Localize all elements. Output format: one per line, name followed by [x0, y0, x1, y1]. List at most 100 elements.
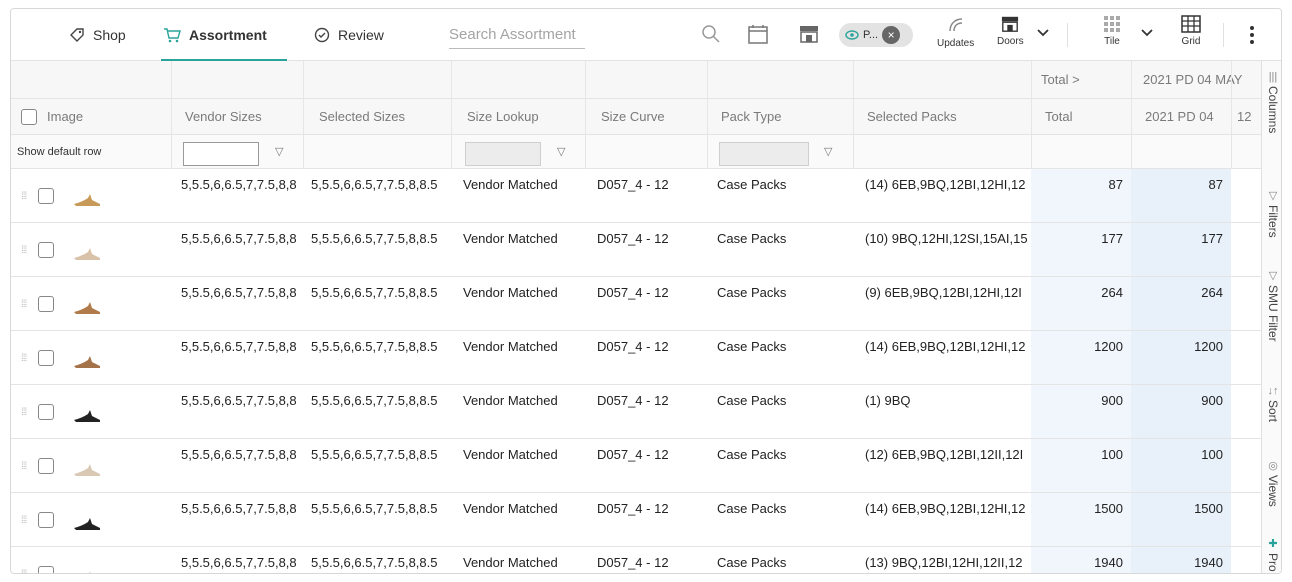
cell-vendor-sizes[interactable]: 5,5.5,6,6.5,7,7.5,8,8 — [181, 277, 305, 330]
vendor-sizes-filter-input[interactable] — [183, 142, 259, 166]
tile-view-button[interactable]: Tile — [1103, 15, 1121, 47]
filter-icon[interactable]: ▽ — [824, 145, 832, 158]
cell-period[interactable]: 264 — [1135, 277, 1223, 330]
cell-selected-packs[interactable]: (14) 6EB,9BQ,12BI,12HI,12 — [865, 169, 1029, 222]
cell-vendor-sizes[interactable]: 5,5.5,6,6.5,7,7.5,8,8 — [181, 385, 305, 438]
drag-handle-icon[interactable]: ⁞⁞⁞ — [21, 299, 27, 310]
cell-total[interactable]: 1500 — [1035, 493, 1123, 546]
cell-size-curve[interactable]: D057_4 - 12 — [597, 547, 705, 573]
chevron-down-icon[interactable] — [1037, 29, 1049, 37]
cell-selected-packs[interactable]: (12) 6EB,9BQ,12BI,12II,12I — [865, 439, 1029, 492]
cell-size-curve[interactable]: D057_4 - 12 — [597, 223, 705, 276]
cell-selected-packs[interactable]: (14) 6EB,9BQ,12BI,12HI,12 — [865, 331, 1029, 384]
cell-pack-type[interactable]: Case Packs — [717, 331, 851, 384]
updates-button[interactable]: Updates — [937, 15, 974, 49]
cell-size-curve[interactable]: D057_4 - 12 — [597, 385, 705, 438]
column-header-vendor-sizes[interactable]: Vendor Sizes — [185, 99, 305, 134]
product-thumbnail[interactable] — [72, 300, 102, 319]
cell-vendor-sizes[interactable]: 5,5.5,6,6.5,7,7.5,8,8 — [181, 331, 305, 384]
more-vertical-icon[interactable] — [1249, 25, 1255, 45]
cell-period[interactable]: 900 — [1135, 385, 1223, 438]
cell-total[interactable]: 264 — [1035, 277, 1123, 330]
cell-size-lookup[interactable]: Vendor Matched — [463, 493, 583, 546]
column-header-extra[interactable]: 12 — [1237, 99, 1261, 134]
doors-button[interactable]: Doors — [997, 15, 1024, 47]
cell-period[interactable]: 1500 — [1135, 493, 1223, 546]
tab-shop[interactable]: Shop — [69, 9, 126, 61]
cell-selected-sizes[interactable]: 5,5.5,6,6.5,7,7.5,8,8.5 — [311, 169, 455, 222]
column-header-size-curve[interactable]: Size Curve — [601, 99, 709, 134]
cell-size-lookup[interactable]: Vendor Matched — [463, 547, 583, 573]
cell-selected-sizes[interactable]: 5,5.5,6,6.5,7,7.5,8,8.5 — [311, 547, 455, 573]
cell-selected-sizes[interactable]: 5,5.5,6,6.5,7,7.5,8,8.5 — [311, 385, 455, 438]
row-checkbox[interactable] — [38, 296, 55, 312]
side-columns[interactable]: ||| Columns — [1262, 71, 1281, 133]
cell-pack-type[interactable]: Case Packs — [717, 493, 851, 546]
column-header-total[interactable]: Total — [1045, 99, 1125, 134]
tab-assortment[interactable]: Assortment — [163, 9, 267, 61]
calendar-icon[interactable] — [747, 23, 769, 45]
row-checkbox[interactable] — [38, 458, 55, 474]
table-row[interactable]: ⁞⁞⁞ 5,5.5,6,6.5,7,7.5,8,8 5,5.5,6,6.5,7,7.… — [11, 169, 1261, 223]
cell-size-lookup[interactable]: Vendor Matched — [463, 223, 583, 276]
filter-chip[interactable]: P... × — [839, 23, 913, 47]
row-checkbox[interactable] — [38, 188, 55, 204]
side-smu-filter[interactable]: ▽ SMU Filter — [1262, 269, 1281, 342]
column-header-selected-sizes[interactable]: Selected Sizes — [319, 99, 453, 134]
cell-period[interactable]: 1940 — [1135, 547, 1223, 573]
cell-vendor-sizes[interactable]: 5,5.5,6,6.5,7,7.5,8,8 — [181, 547, 305, 573]
cell-selected-sizes[interactable]: 5,5.5,6,6.5,7,7.5,8,8.5 — [311, 439, 455, 492]
pack-type-filter-input[interactable] — [719, 142, 809, 166]
row-checkbox[interactable] — [38, 350, 55, 366]
cell-total[interactable]: 87 — [1035, 169, 1123, 222]
product-thumbnail[interactable] — [72, 246, 102, 265]
cell-total[interactable]: 177 — [1035, 223, 1123, 276]
total-group-header[interactable]: Total > — [1041, 61, 1129, 98]
product-thumbnail[interactable] — [72, 570, 102, 573]
cell-vendor-sizes[interactable]: 5,5.5,6,6.5,7,7.5,8,8 — [181, 493, 305, 546]
column-header-selected-packs[interactable]: Selected Packs — [867, 99, 1027, 134]
cell-pack-type[interactable]: Case Packs — [717, 547, 851, 573]
column-header-size-lookup[interactable]: Size Lookup — [467, 99, 587, 134]
cell-selected-sizes[interactable]: 5,5.5,6,6.5,7,7.5,8,8.5 — [311, 493, 455, 546]
drag-handle-icon[interactable]: ⁞⁞⁞ — [21, 515, 27, 526]
side-views[interactable]: ◎ Views — [1262, 459, 1281, 507]
row-checkbox[interactable] — [38, 404, 55, 420]
cell-vendor-sizes[interactable]: 5,5.5,6,6.5,7,7.5,8,8 — [181, 223, 305, 276]
drag-handle-icon[interactable]: ⁞⁞⁞ — [21, 191, 27, 202]
cell-size-curve[interactable]: D057_4 - 12 — [597, 169, 705, 222]
table-row[interactable]: ⁞⁞⁞ 5,5.5,6,6.5,7,7.5,8,8 5,5.5,6,6.5,7,7.… — [11, 547, 1261, 573]
cell-size-lookup[interactable]: Vendor Matched — [463, 439, 583, 492]
cell-period[interactable]: 100 — [1135, 439, 1223, 492]
show-default-row-button[interactable]: Show default row — [17, 135, 167, 168]
grid-view-button[interactable]: Grid — [1181, 15, 1201, 47]
side-sort[interactable]: ↓↑ Sort — [1262, 385, 1281, 422]
store-icon[interactable] — [799, 25, 819, 43]
cell-size-curve[interactable]: D057_4 - 12 — [597, 439, 705, 492]
filter-icon[interactable]: ▽ — [557, 145, 565, 158]
cell-size-curve[interactable]: D057_4 - 12 — [597, 331, 705, 384]
cell-pack-type[interactable]: Case Packs — [717, 439, 851, 492]
product-thumbnail[interactable] — [72, 462, 102, 481]
cell-size-lookup[interactable]: Vendor Matched — [463, 385, 583, 438]
cell-size-curve[interactable]: D057_4 - 12 — [597, 277, 705, 330]
tab-review[interactable]: Review — [314, 9, 384, 61]
cell-selected-packs[interactable]: (14) 6EB,9BQ,12BI,12HI,12 — [865, 493, 1029, 546]
cell-selected-sizes[interactable]: 5,5.5,6,6.5,7,7.5,8,8.5 — [311, 331, 455, 384]
cell-pack-type[interactable]: Case Packs — [717, 223, 851, 276]
search-input[interactable]: Search Assortment — [449, 23, 585, 49]
select-all-checkbox[interactable] — [21, 108, 37, 125]
cell-selected-packs[interactable]: (9) 6EB,9BQ,12BI,12HI,12I — [865, 277, 1029, 330]
table-row[interactable]: ⁞⁞⁞ 5,5.5,6,6.5,7,7.5,8,8 5,5.5,6,6.5,7,7.… — [11, 493, 1261, 547]
cell-period[interactable]: 177 — [1135, 223, 1223, 276]
period-group-header[interactable]: 2021 PD 04 MAY — [1143, 61, 1261, 98]
cell-selected-sizes[interactable]: 5,5.5,6,6.5,7,7.5,8,8.5 — [311, 277, 455, 330]
cell-vendor-sizes[interactable]: 5,5.5,6,6.5,7,7.5,8,8 — [181, 439, 305, 492]
table-row[interactable]: ⁞⁞⁞ 5,5.5,6,6.5,7,7.5,8,8 5,5.5,6,6.5,7,7.… — [11, 223, 1261, 277]
filter-icon[interactable]: ▽ — [275, 145, 283, 158]
cell-selected-sizes[interactable]: 5,5.5,6,6.5,7,7.5,8,8.5 — [311, 223, 455, 276]
cell-pack-type[interactable]: Case Packs — [717, 169, 851, 222]
chevron-down-icon[interactable] — [1141, 29, 1153, 37]
cell-size-lookup[interactable]: Vendor Matched — [463, 277, 583, 330]
cell-total[interactable]: 1200 — [1035, 331, 1123, 384]
